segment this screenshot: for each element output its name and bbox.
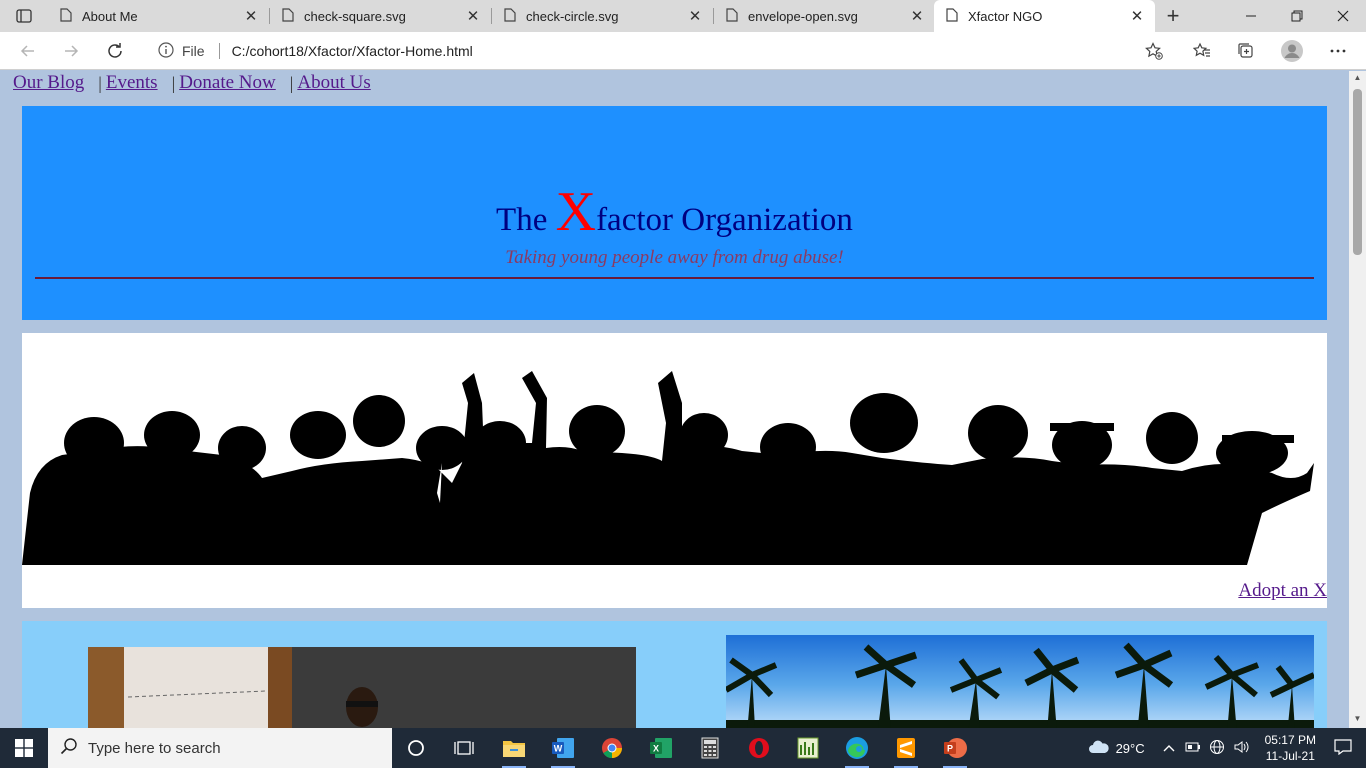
page-icon [726, 7, 738, 25]
info-icon[interactable] [158, 41, 174, 61]
tab-title: About Me [82, 8, 138, 24]
title-prefix: The [496, 202, 548, 238]
nav-our-blog[interactable]: Our Blog [13, 72, 84, 94]
protocol-label: File [182, 43, 205, 59]
project-icon[interactable] [786, 732, 830, 764]
url-text[interactable]: C:/cohort18/Xfactor/Xfactor-Home.html [232, 43, 473, 59]
page-viewport: Our Blog | Events | Donate Now | About U… [0, 71, 1349, 728]
page-icon [60, 7, 72, 25]
search-placeholder: Type here to search [88, 739, 221, 757]
clock[interactable]: 05:17 PM 11-Jul-21 [1265, 732, 1316, 764]
chrome-icon[interactable] [590, 732, 634, 764]
more-icon[interactable] [1322, 37, 1354, 65]
nav-about-us[interactable]: About Us [297, 72, 370, 94]
event-photo [88, 647, 636, 728]
crowd-silhouette-image [22, 371, 1314, 565]
tab-bar: About Me ✕ check-square.svg ✕ check-circ… [0, 0, 1366, 32]
url-field[interactable]: File C:/cohort18/Xfactor/Xfactor-Home.ht… [144, 36, 1176, 66]
word-icon[interactable]: W [541, 732, 585, 768]
refresh-icon[interactable] [100, 37, 130, 65]
close-icon[interactable]: ✕ [1129, 7, 1145, 25]
svg-text:P: P [947, 744, 953, 754]
back-icon[interactable] [13, 37, 43, 65]
opera-icon[interactable] [737, 732, 781, 764]
close-window-icon[interactable] [1320, 0, 1366, 32]
close-icon[interactable]: ✕ [243, 7, 259, 25]
tab-title: check-square.svg [304, 8, 406, 24]
svg-text:W: W [554, 744, 563, 754]
adopt-an-x-link[interactable]: Adopt an X [1238, 580, 1327, 602]
add-favorite-icon[interactable] [1138, 37, 1170, 65]
header-divider [35, 277, 1314, 279]
tab-envelope-open[interactable]: envelope-open.svg ✕ [714, 0, 935, 32]
top-navigation: Our Blog | Events | Donate Now | About U… [13, 71, 371, 95]
title-x-letter: X [555, 181, 597, 243]
tab-title: check-circle.svg [526, 8, 619, 24]
scroll-down-icon[interactable]: ▼ [1349, 714, 1366, 726]
page-scrollbar[interactable]: ▲ ▼ [1349, 71, 1366, 728]
plus-icon[interactable]: + [1158, 0, 1188, 32]
site-header: The Xfactor Organization Taking young pe… [22, 106, 1327, 320]
cortana-icon[interactable] [394, 732, 438, 764]
search-icon [60, 737, 78, 759]
notification-icon[interactable] [1334, 738, 1352, 758]
system-tray: 29°C 05:17 PM 11-Jul-21 [1088, 728, 1366, 768]
close-icon[interactable]: ✕ [909, 7, 925, 25]
edge-icon[interactable] [835, 732, 879, 768]
minimize-icon[interactable] [1228, 0, 1274, 32]
profile-icon[interactable] [1276, 37, 1308, 65]
page-icon [504, 7, 516, 25]
close-icon[interactable]: ✕ [687, 7, 703, 25]
nav-separator: | [98, 72, 102, 93]
globe-icon[interactable] [1209, 739, 1225, 758]
weather-temperature[interactable]: 29°C [1116, 741, 1145, 756]
tab-title: Xfactor NGO [968, 8, 1043, 24]
tagline: Taking young people away from drug abuse… [505, 247, 844, 268]
nav-events[interactable]: Events [106, 72, 158, 94]
page-icon [946, 7, 958, 25]
windows-start-icon[interactable] [0, 728, 48, 768]
nav-separator: | [289, 72, 294, 93]
sublime-icon[interactable] [884, 732, 928, 768]
svg-text:X: X [653, 744, 659, 754]
forward-icon[interactable] [56, 37, 86, 65]
nav-donate-now[interactable]: Donate Now [179, 72, 276, 94]
favorites-icon[interactable] [1186, 37, 1218, 65]
address-bar: File C:/cohort18/Xfactor/Xfactor-Home.ht… [0, 32, 1366, 70]
nav-separator: | [171, 72, 176, 93]
page-icon [282, 7, 294, 25]
clock-time: 05:17 PM [1264, 733, 1316, 747]
title-suffix: factor Organization [596, 202, 853, 238]
taskbar: Type here to search W X P 29°C 05:17 PM … [0, 728, 1366, 768]
task-view-icon[interactable] [442, 732, 486, 764]
tab-check-square[interactable]: check-square.svg ✕ [270, 0, 491, 32]
taskbar-search-input[interactable]: Type here to search [48, 728, 392, 768]
battery-icon[interactable] [1185, 741, 1201, 755]
tab-check-circle[interactable]: check-circle.svg ✕ [492, 0, 713, 32]
tab-actions-icon[interactable] [0, 0, 48, 32]
weather-icon[interactable] [1088, 739, 1110, 758]
volume-icon[interactable] [1233, 739, 1249, 758]
powerpoint-icon[interactable]: P [933, 732, 977, 768]
excel-icon[interactable]: X [639, 732, 683, 764]
page-title: The Xfactor Organization [22, 184, 1327, 240]
palm-trees-photo [726, 635, 1314, 728]
scroll-thumb[interactable] [1353, 89, 1362, 255]
file-explorer-icon[interactable] [492, 732, 536, 768]
url-divider [218, 43, 220, 59]
tab-about-me[interactable]: About Me ✕ [48, 0, 269, 32]
clock-date: 11-Jul-21 [1265, 749, 1315, 763]
tab-xfactor-ngo[interactable]: Xfactor NGO ✕ [934, 0, 1155, 32]
collections-icon[interactable] [1230, 37, 1262, 65]
chevron-up-icon[interactable] [1163, 741, 1175, 755]
calculator-icon[interactable] [688, 732, 732, 764]
restore-icon[interactable] [1274, 0, 1320, 32]
scroll-up-icon[interactable]: ▲ [1349, 73, 1366, 85]
banner: Adopt an X [22, 333, 1327, 608]
close-icon[interactable]: ✕ [465, 7, 481, 25]
gallery-section [22, 621, 1327, 728]
tab-title: envelope-open.svg [748, 8, 858, 24]
